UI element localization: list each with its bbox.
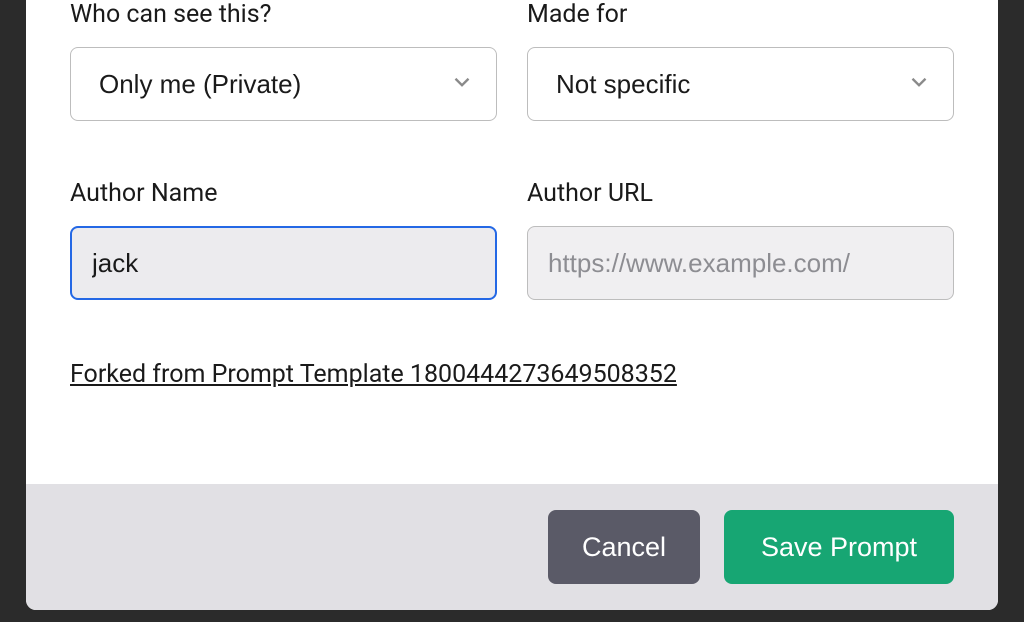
madefor-selected-value: Not specific <box>556 69 690 100</box>
madefor-field: Made for Not specific <box>527 0 954 121</box>
author-url-label: Author URL <box>527 179 954 208</box>
author-name-label: Author Name <box>70 179 497 208</box>
author-name-input[interactable] <box>70 226 497 300</box>
row-author: Author Name Author URL <box>70 179 954 300</box>
row-visibility-madefor: Who can see this? Only me (Private) Made… <box>70 0 954 121</box>
author-url-field: Author URL <box>527 179 954 300</box>
visibility-select-wrap: Only me (Private) <box>70 47 497 121</box>
madefor-label: Made for <box>527 0 954 29</box>
cancel-button[interactable]: Cancel <box>548 510 700 584</box>
madefor-select[interactable]: Not specific <box>527 47 954 121</box>
prompt-modal: Who can see this? Only me (Private) Made… <box>26 0 998 610</box>
save-button[interactable]: Save Prompt <box>724 510 954 584</box>
visibility-selected-value: Only me (Private) <box>99 69 301 100</box>
visibility-label: Who can see this? <box>70 0 497 29</box>
author-name-field: Author Name <box>70 179 497 300</box>
madefor-select-wrap: Not specific <box>527 47 954 121</box>
visibility-field: Who can see this? Only me (Private) <box>70 0 497 121</box>
forked-from-link[interactable]: Forked from Prompt Template 180044427364… <box>70 360 677 389</box>
modal-body: Who can see this? Only me (Private) Made… <box>26 0 998 484</box>
modal-footer: Cancel Save Prompt <box>26 484 998 610</box>
author-url-input[interactable] <box>527 226 954 300</box>
visibility-select[interactable]: Only me (Private) <box>70 47 497 121</box>
